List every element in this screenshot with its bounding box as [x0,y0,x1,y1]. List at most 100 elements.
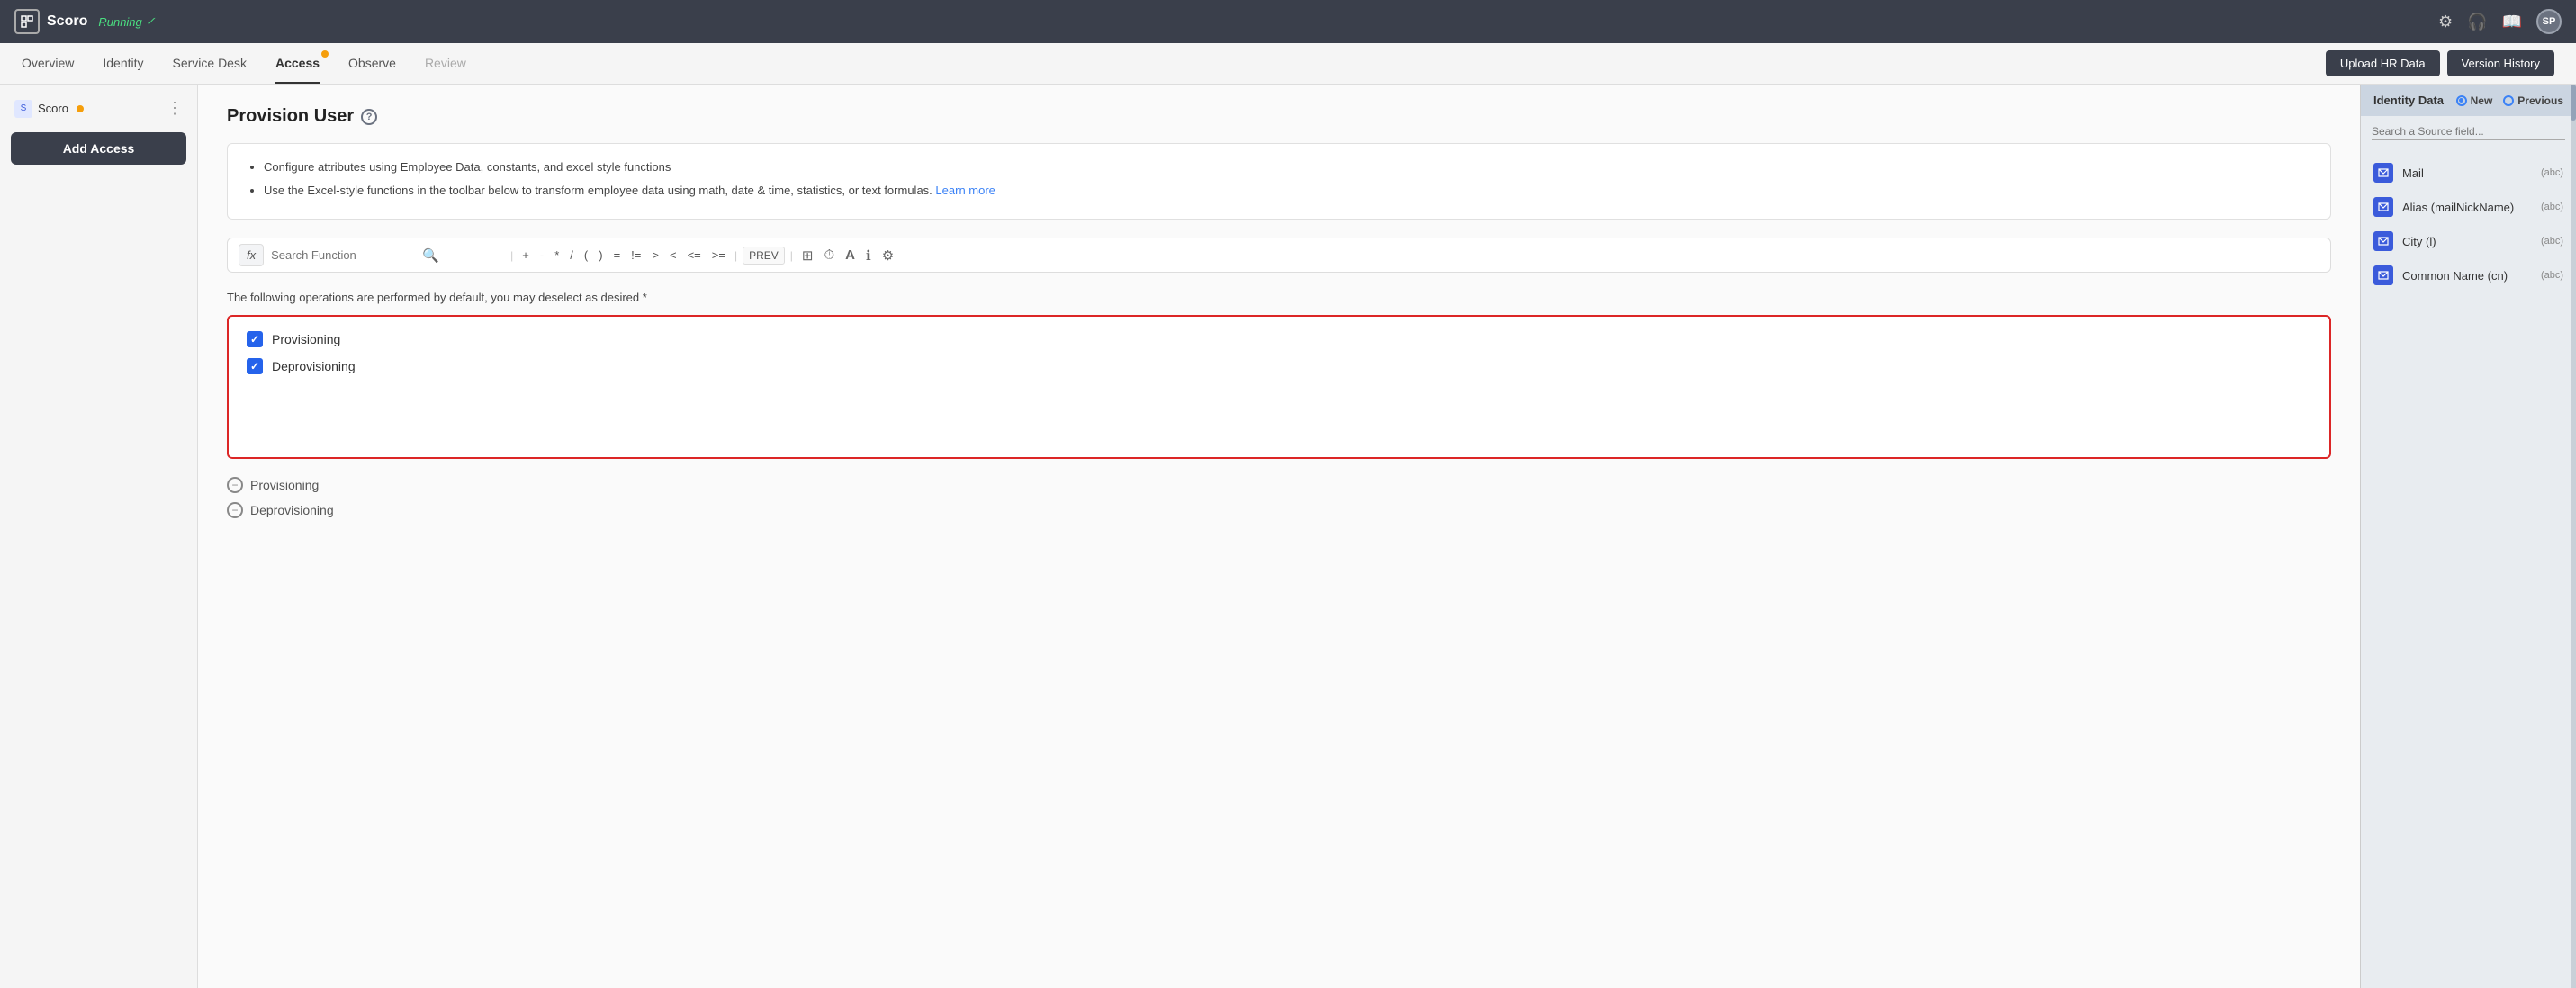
op-gt[interactable]: > [648,247,662,264]
field-item-mail[interactable]: Mail (abc) [2361,156,2576,190]
search-icon[interactable]: 🔍 [419,246,443,265]
checkbox-provisioning: Provisioning [247,331,2311,347]
search-function-wrap: 🔍 [271,246,505,265]
top-bar: Scoro Running ✓ ⚙ 🎧 📖 SP [0,0,2576,43]
upload-hr-data-button[interactable]: Upload HR Data [2326,50,2440,76]
formula-toolbar: fx 🔍 | + - * / ( ) = != > < <= >= | PREV… [227,238,2331,273]
nav-buttons: Upload HR Data Version History [2326,50,2554,76]
second-nav: Overview Identity Service Desk Access Ob… [0,43,2576,85]
collapsed-deprovisioning-label: Deprovisioning [250,503,334,517]
text-icon[interactable]: A [842,246,859,265]
operations-label: The following operations are performed b… [227,291,2331,304]
radio-new[interactable]: New [2456,94,2493,107]
info-icon[interactable]: ℹ [862,246,875,265]
op-lparen[interactable]: ( [581,247,591,264]
page-title: Provision User [227,106,354,127]
app-name: Scoro [47,13,87,30]
sidebar-brand: S Scoro [14,100,84,118]
avatar[interactable]: SP [2536,9,2562,34]
tab-identity[interactable]: Identity [103,43,143,84]
field-alias-type: (abc) [2541,202,2563,212]
top-bar-right: ⚙ 🎧 📖 SP [2438,9,2562,34]
field-mail-name: Mail [2402,166,2532,180]
op-divide[interactable]: / [566,247,577,264]
tab-overview[interactable]: Overview [22,43,74,84]
collapsed-provisioning-label: Provisioning [250,478,319,492]
clock-icon[interactable]: ⏱ [820,246,838,265]
field-city-icon [2373,231,2393,251]
scrollbar-track[interactable] [2571,85,2576,988]
main-content: Provision User ? Configure attributes us… [198,85,2360,988]
tab-review[interactable]: Review [425,43,466,84]
field-cn-name: Common Name (cn) [2402,269,2532,283]
config-icon[interactable]: ⚙ [878,246,897,265]
collapsed-provisioning: − Provisioning [227,477,2331,493]
sidebar: S Scoro ⋮ Add Access [0,85,198,988]
identity-data-title: Identity Data [2373,94,2444,107]
provisioning-label: Provisioning [272,332,340,346]
source-field-search[interactable] [2372,123,2565,140]
op-lte[interactable]: <= [684,247,705,264]
field-mail-icon [2373,163,2393,183]
op-multiply[interactable]: * [551,247,563,264]
field-city-name: City (l) [2402,235,2532,248]
prev-button[interactable]: PREV [743,247,785,265]
field-item-city[interactable]: City (l) (abc) [2361,224,2576,258]
page-title-row: Provision User ? [227,106,2331,127]
sidebar-info-dot [77,105,84,112]
access-badge [321,50,329,58]
right-panel-header: Identity Data New Previous [2361,85,2576,116]
right-panel-search [2361,116,2576,148]
app-logo: Scoro [14,9,87,34]
running-status: Running ✓ [98,14,155,29]
field-item-alias[interactable]: Alias (mailNickName) (abc) [2361,190,2576,224]
field-item-cn[interactable]: Common Name (cn) (abc) [2361,258,2576,292]
logo-icon [14,9,40,34]
sidebar-brand-icon: S [14,100,32,118]
headset-icon[interactable]: 🎧 [2467,13,2487,31]
field-alias-icon [2373,197,2393,217]
provisioning-checkbox[interactable] [247,331,263,347]
op-lt[interactable]: < [666,247,680,264]
collapse-provisioning-icon[interactable]: − [227,477,243,493]
radio-new-dot [2456,95,2467,106]
scrollbar-thumb [2571,85,2576,121]
checkbox-deprovisioning: Deprovisioning [247,358,2311,374]
field-cn-type: (abc) [2541,270,2563,281]
add-access-button[interactable]: Add Access [11,132,186,165]
field-mail-type: (abc) [2541,167,2563,178]
sidebar-header: S Scoro ⋮ [11,99,186,118]
radio-previous-dot [2503,95,2514,106]
right-panel: Identity Data New Previous Mail [2360,85,2576,988]
radio-group: New Previous [2456,94,2563,107]
version-history-button[interactable]: Version History [2447,50,2554,76]
info-bullet-1: Configure attributes using Employee Data… [264,158,2312,176]
settings-icon[interactable]: ⚙ [2438,13,2453,31]
op-notequals[interactable]: != [627,247,644,264]
tab-service-desk[interactable]: Service Desk [173,43,247,84]
tab-access[interactable]: Access [275,43,320,84]
nav-tabs: Overview Identity Service Desk Access Ob… [22,43,466,84]
search-function-input[interactable] [271,248,415,262]
sidebar-brand-name: Scoro [38,102,68,115]
sidebar-more-icon[interactable]: ⋮ [167,99,183,118]
learn-more-link[interactable]: Learn more [935,184,995,197]
op-plus[interactable]: + [518,247,533,264]
operations-box: Provisioning Deprovisioning [227,315,2331,459]
deprovisioning-checkbox[interactable] [247,358,263,374]
op-gte[interactable]: >= [708,247,729,264]
collapsed-deprovisioning: − Deprovisioning [227,502,2331,518]
collapse-deprovisioning-icon[interactable]: − [227,502,243,518]
book-icon[interactable]: 📖 [2502,13,2522,31]
op-minus[interactable]: - [536,247,547,264]
tab-observe[interactable]: Observe [348,43,396,84]
radio-previous[interactable]: Previous [2503,94,2563,107]
help-icon[interactable]: ? [361,109,377,125]
field-city-type: (abc) [2541,236,2563,247]
info-bullet-2: Use the Excel-style functions in the too… [264,182,2312,200]
fx-badge: fx [239,244,264,266]
op-equals[interactable]: = [610,247,625,264]
field-list: Mail (abc) Alias (mailNickName) (abc) Ci… [2361,148,2576,300]
grid-icon[interactable]: ⊞ [798,246,817,265]
op-rparen[interactable]: ) [595,247,606,264]
